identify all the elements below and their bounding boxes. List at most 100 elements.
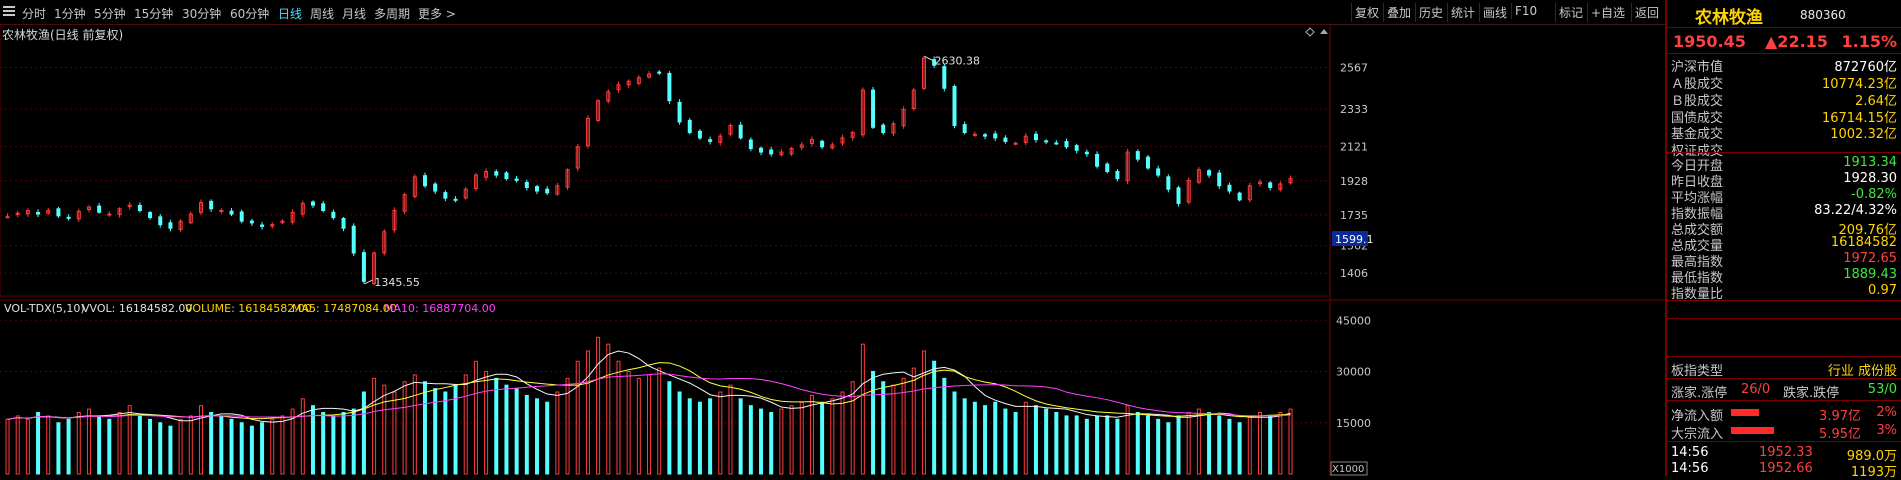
candle-body [1084,151,1089,155]
toolbar-btn-8[interactable]: 返回 [1631,3,1662,22]
candle-body [1033,133,1038,141]
volume-bar [850,381,855,475]
candle-body [545,188,550,194]
volume-bar [1247,415,1252,475]
period-tab-10[interactable]: 更多 > [418,5,456,22]
period-tab-9[interactable]: 多周期 [374,5,410,22]
period-tab-5[interactable]: 60分钟 [230,5,269,22]
stat-row: 沪深市值 872760亿 [1667,55,1901,75]
volume-bar [209,412,214,475]
candle-body [1268,182,1273,188]
volume-bar [25,418,30,475]
toolbar-btn-0[interactable]: 复权 [1351,3,1382,22]
candle-body [239,211,244,222]
price-tick-label: 1928 [1340,175,1368,188]
volume-bar [555,391,560,475]
candle-body [1115,170,1120,180]
candle-body [219,210,224,213]
price-tick-label: 2121 [1340,141,1368,154]
candle-body [1227,184,1232,192]
price-pane-border [0,24,1331,297]
volume-bar [626,371,631,475]
period-tab-4[interactable]: 30分钟 [182,5,221,22]
candle-body [738,124,743,139]
candle-body [331,211,336,219]
candle-body [993,133,998,139]
volume-bar [972,401,977,475]
period-tab-6[interactable]: 日线 [278,5,302,22]
volume-bar [667,381,672,475]
period-tab-3[interactable]: 15分钟 [134,5,173,22]
toolbar-btn-6[interactable]: 标记 [1555,3,1586,22]
candle-body [209,200,214,210]
candle-body [1054,142,1059,145]
volume-bar [412,374,417,475]
volume-bar [331,415,336,475]
volume-bar [1278,412,1283,475]
volume-bar [809,394,814,475]
candle-body [972,133,977,136]
volume-bar [168,425,173,475]
volume-bar [962,398,967,475]
volume-bar [1044,408,1049,475]
candle-body [229,210,234,215]
volume-bar [1207,412,1212,475]
candle-body [1237,192,1242,201]
volume-bar [463,374,468,475]
candle-body [962,124,967,134]
volume-bar [351,408,356,475]
candle-body [168,222,173,229]
tick-row: 14:56 1952.66 1193万 [1667,460,1901,480]
volume-bar [1074,415,1079,475]
period-tab-8[interactable]: 月线 [342,5,366,22]
volume-bar [1196,408,1201,475]
volume-bar [524,394,529,475]
volume-bar [585,350,590,475]
low-label: 1345.55 [374,276,420,289]
toolbar-btn-4[interactable]: 画线 [1479,3,1510,22]
volume-bar [270,418,275,475]
toolbar-btn-5[interactable]: F10 [1511,3,1540,19]
index-name: 农林牧渔 [1695,8,1763,28]
stat-row: 指数量比 0.97 [1667,282,1901,302]
volume-bar [137,415,142,475]
toolbar-btn-1[interactable]: 叠加 [1383,3,1414,22]
toolbar-btn-2[interactable]: 历史 [1415,3,1446,22]
price-tick-label: 1406 [1340,267,1368,280]
volume-bar [1237,422,1242,475]
period-tab-2[interactable]: 5分钟 [94,5,126,22]
candle-body [1156,168,1161,176]
candle-body [657,71,662,74]
period-tab-0[interactable]: 分时 [22,5,46,22]
menu-icon[interactable] [2,4,16,18]
candle-body [453,198,458,201]
volume-bar [260,422,265,475]
candle-body [1166,176,1171,190]
period-tab-7[interactable]: 周线 [310,5,334,22]
volume-bar [708,398,713,475]
triangle-up-icon [1320,29,1328,34]
volume-bar [1003,408,1008,475]
candle-body [697,130,702,139]
volume-bar [891,384,896,475]
toolbar-btn-7[interactable]: +自选 [1587,3,1628,22]
volume-bar [36,412,41,475]
net-inflow-bar [1731,409,1793,416]
diamond-icon [1305,27,1315,37]
candle-body [677,101,682,123]
volume-bar [1268,415,1273,475]
cursor-price-label: 1599.1 [1335,233,1374,246]
volume-bar [158,422,163,475]
index-code: 880360 [1800,8,1846,22]
volume-bar [545,401,550,475]
period-tab-1[interactable]: 1分钟 [54,5,86,22]
volume-bar [840,391,845,475]
volume-bar [738,398,743,475]
kline-chart[interactable]: 25672333212119281735156214062630.381345.… [0,24,1665,476]
candle-body [871,89,876,128]
toolbar-btn-3[interactable]: 统计 [1447,3,1478,22]
candle-body [514,178,519,181]
volume-bar [514,388,519,475]
volume-bar [86,408,91,475]
candle-body [1064,141,1069,148]
